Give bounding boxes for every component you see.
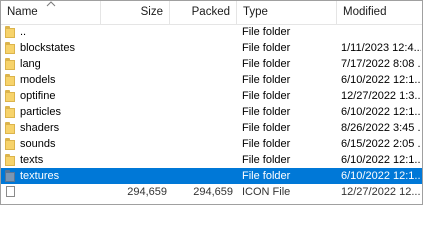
item-name: .. <box>20 26 27 38</box>
item-packed <box>171 24 233 40</box>
item-type: File folder <box>242 90 291 102</box>
item-modified: 6/15/2022 2:05 ... <box>341 138 421 150</box>
folder-icon <box>5 42 18 54</box>
folder-icon <box>5 154 18 166</box>
item-size <box>101 24 167 40</box>
item-type: File folder <box>242 42 291 54</box>
item-name: models <box>20 74 56 86</box>
list-item[interactable]: blockstates File folder 1/11/2023 12:4..… <box>1 40 422 56</box>
item-name: lang <box>20 58 41 70</box>
item-type: File folder <box>242 138 291 150</box>
item-packed <box>171 152 233 168</box>
folder-icon <box>5 74 18 86</box>
item-modified: 6/10/2022 12:1... <box>341 154 421 166</box>
item-size <box>101 72 167 88</box>
column-header-packed[interactable]: Packed <box>170 1 236 24</box>
item-modified: 12/27/2022 12... <box>341 186 421 198</box>
list-item[interactable]: texts File folder 6/10/2022 12:1... <box>1 152 422 168</box>
item-packed <box>171 168 233 184</box>
item-size <box>101 40 167 56</box>
item-type: ICON File <box>242 186 291 198</box>
item-size <box>101 120 167 136</box>
folder-icon <box>5 170 18 182</box>
item-size <box>101 88 167 104</box>
item-packed <box>171 136 233 152</box>
file-icon <box>6 186 15 197</box>
item-modified: 6/10/2022 12:1... <box>341 74 421 86</box>
folder-icon <box>5 26 18 38</box>
column-header-modified-label: Modified <box>343 6 387 18</box>
item-type: File folder <box>242 58 291 70</box>
item-size <box>101 104 167 120</box>
folder-icon <box>5 122 18 134</box>
list-item[interactable]: shaders File folder 8/26/2022 3:45 ... <box>1 120 422 136</box>
item-packed: 294,659 <box>193 186 233 198</box>
column-header-name[interactable]: Name <box>1 1 100 24</box>
item-type: File folder <box>242 154 291 166</box>
sort-ascending-icon <box>46 1 56 7</box>
item-size: 294,659 <box>127 186 167 198</box>
column-header-bar: Name Size Packed Type Modified <box>1 1 422 25</box>
column-header-size-label: Size <box>140 6 163 18</box>
item-name: sounds <box>20 138 56 150</box>
item-type: File folder <box>242 170 291 182</box>
item-packed <box>171 56 233 72</box>
item-modified: 6/10/2022 12:1... <box>341 106 421 118</box>
item-modified: 7/17/2022 8:08 ... <box>341 58 421 70</box>
item-modified: 1/11/2023 12:4... <box>341 42 421 54</box>
item-packed <box>171 88 233 104</box>
column-header-size[interactable]: Size <box>101 1 169 24</box>
list-item[interactable]: .. File folder <box>1 24 422 40</box>
item-type: File folder <box>242 26 291 38</box>
item-name: textures <box>20 170 60 182</box>
item-size <box>101 136 167 152</box>
item-packed <box>171 40 233 56</box>
item-modified: 12/27/2022 1:3... <box>341 90 421 102</box>
column-header-type-label: Type <box>243 6 268 18</box>
item-size <box>101 56 167 72</box>
item-name: blockstates <box>20 42 76 54</box>
item-type: File folder <box>242 122 291 134</box>
column-header-packed-label: Packed <box>191 6 230 18</box>
item-type: File folder <box>242 74 291 86</box>
list-item[interactable]: optifine File folder 12/27/2022 1:3... <box>1 88 422 104</box>
item-packed <box>171 120 233 136</box>
item-type: File folder <box>242 106 291 118</box>
item-size <box>101 168 167 184</box>
list-item[interactable]: 294,659 294,659 ICON File 12/27/2022 12.… <box>1 184 422 200</box>
item-name: shaders <box>20 122 60 134</box>
list-item[interactable]: particles File folder 6/10/2022 12:1... <box>1 104 422 120</box>
item-name: optifine <box>20 90 56 102</box>
item-name <box>20 184 100 200</box>
list-item[interactable]: lang File folder 7/17/2022 8:08 ... <box>1 56 422 72</box>
folder-icon <box>5 58 18 70</box>
folder-icon <box>5 106 18 118</box>
file-list[interactable]: Name Size Packed Type Modified .. File f… <box>0 0 423 205</box>
item-modified: 6/10/2022 12:1... <box>341 170 421 182</box>
list-item-selected[interactable]: textures File folder 6/10/2022 12:1... <box>1 168 422 184</box>
column-header-name-label: Name <box>7 6 38 18</box>
list-item[interactable]: models File folder 6/10/2022 12:1... <box>1 72 422 88</box>
folder-icon <box>5 90 18 102</box>
item-size <box>101 152 167 168</box>
column-header-type[interactable]: Type <box>237 1 336 24</box>
folder-icon <box>5 138 18 150</box>
list-item[interactable]: sounds File folder 6/15/2022 2:05 ... <box>1 136 422 152</box>
column-header-modified[interactable]: Modified <box>337 1 422 24</box>
item-name: texts <box>20 154 44 166</box>
item-name: particles <box>20 106 61 118</box>
item-packed <box>171 104 233 120</box>
item-packed <box>171 72 233 88</box>
item-modified <box>341 24 421 40</box>
item-modified: 8/26/2022 3:45 ... <box>341 122 421 134</box>
